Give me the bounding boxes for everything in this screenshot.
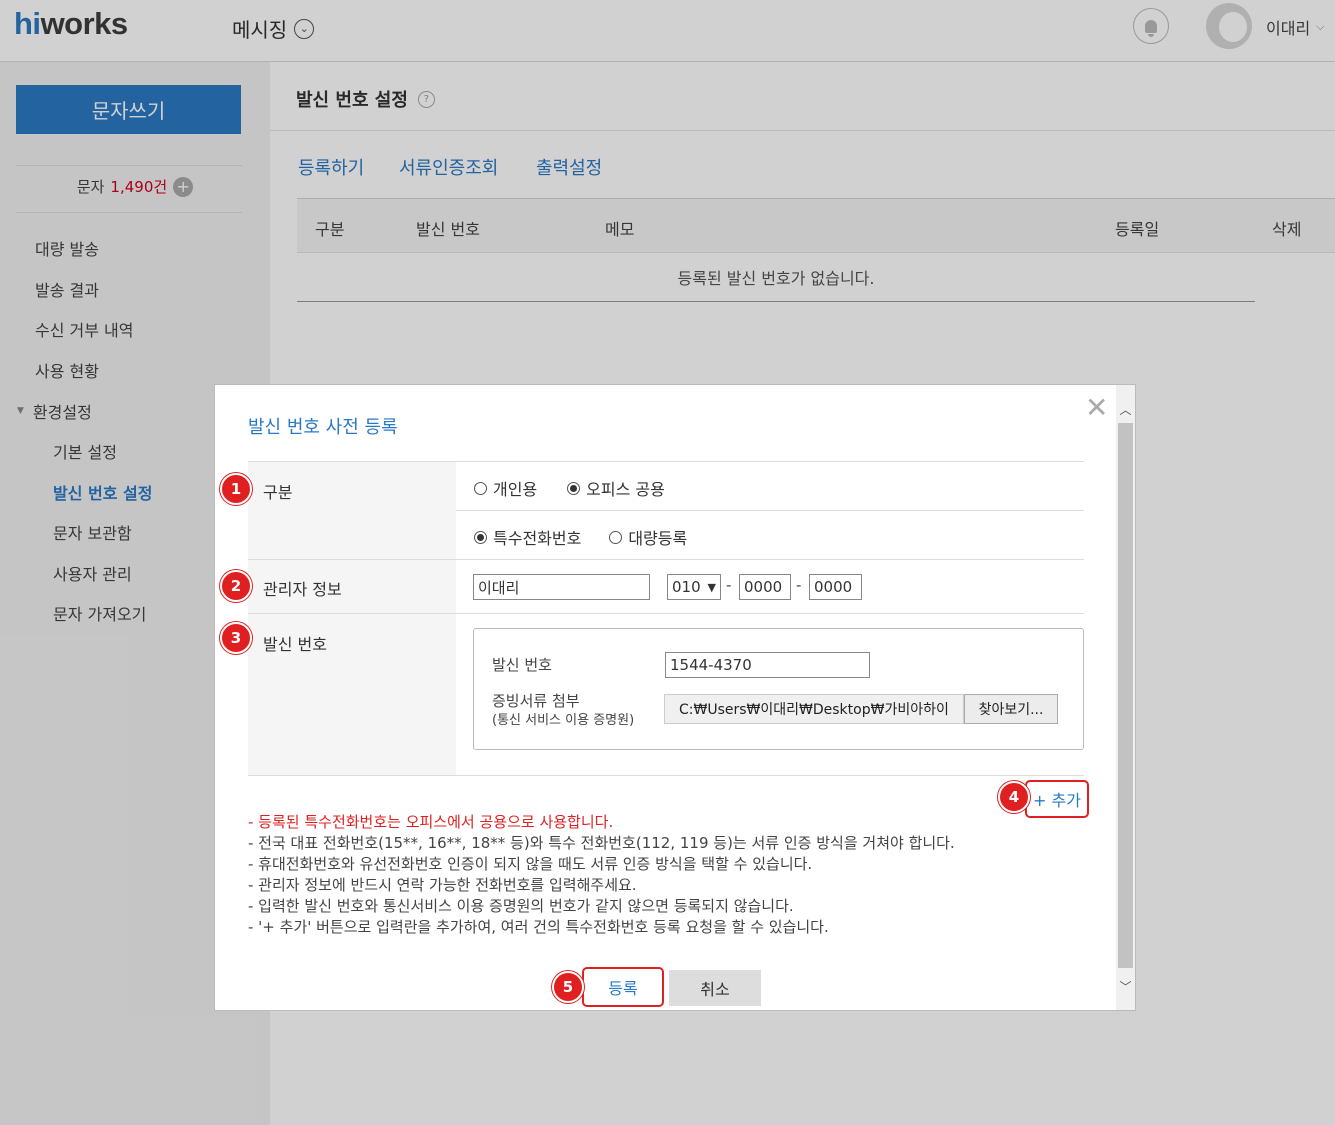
notice-item: - 휴대전화번호와 유선전화번호 인증이 되지 않을 때도 서류 인증 방식을 …	[248, 855, 813, 873]
step-badge-5: 5	[552, 971, 584, 1003]
phone-last-input[interactable]: 0000	[809, 574, 862, 600]
step-badge-3: 3	[220, 622, 252, 654]
radio-special-number-label[interactable]: 특수전화번호	[493, 525, 581, 549]
sender-detail-box: 발신 번호 1544-4370 증빙서류 첨부 (통신 서비스 이용 증명원) …	[473, 628, 1084, 750]
form-row-type: 구분 개인용 오피스 공용 특수전화번호 대량등록	[248, 461, 1084, 559]
attach-sublabel: (통신 서비스 이용 증명원)	[492, 713, 635, 728]
step-badge-2: 2	[220, 570, 252, 602]
attach-label: 증빙서류 첨부	[492, 692, 580, 710]
notice-item: - '+ 추가' 버튼으로 입력란을 추가하여, 여러 건의 특수전화번호 등록…	[248, 918, 829, 936]
attach-file-path[interactable]: C:₩Users₩이대리₩Desktop₩가비아하이	[664, 694, 964, 724]
sender-label: 발신 번호	[263, 635, 327, 654]
sender-number-label: 발신 번호	[492, 656, 552, 674]
radio-office-shared[interactable]	[567, 481, 581, 495]
sender-number-input[interactable]: 1544-4370	[665, 652, 870, 678]
divider	[456, 510, 1084, 511]
register-sender-modal: ︿ ﹀ ✕ 발신 번호 사전 등록 구분 개인용 오피스 공용 특수전화번호 대…	[214, 384, 1136, 1011]
scroll-up-icon[interactable]: ︿	[1116, 399, 1135, 419]
notice-item: - 입력한 발신 번호와 통신서비스 이용 증명원의 번호가 같지 않으면 등록…	[248, 897, 794, 915]
notice-item: - 관리자 정보에 반드시 연락 가능한 전화번호를 입력해주세요.	[248, 876, 637, 894]
form-label-bg: 구분	[248, 462, 456, 559]
scrollbar-thumb[interactable]	[1118, 423, 1133, 968]
close-icon[interactable]: ✕	[1085, 391, 1108, 424]
cancel-button[interactable]: 취소	[669, 970, 761, 1006]
number-type-radio-group: 특수전화번호 대량등록	[474, 525, 687, 549]
radio-personal[interactable]	[474, 481, 487, 495]
notice-shared-use: - 등록된 특수전화번호는 오피스에서 공용으로 사용합니다.	[248, 813, 614, 831]
form-label-bg: 관리자 정보	[248, 560, 456, 613]
manager-name-input[interactable]: 이대리	[473, 574, 650, 600]
type-label: 구분	[263, 483, 293, 502]
phone-separator: -	[796, 576, 802, 594]
phone-prefix-select[interactable]: 010 ▼	[667, 574, 721, 600]
phone-separator: -	[726, 576, 732, 594]
radio-personal-label[interactable]: 개인용	[493, 476, 537, 500]
radio-bulk-register[interactable]	[609, 530, 623, 544]
register-button[interactable]: 등록	[582, 967, 664, 1007]
chevron-down-icon: ▼	[707, 580, 716, 594]
step-badge-1: 1	[220, 473, 252, 505]
form-row-manager: 관리자 정보 이대리 010 ▼ - 0000 - 0000	[248, 559, 1084, 613]
browse-button[interactable]: 찾아보기...	[964, 694, 1058, 724]
modal-scrollbar[interactable]: ︿ ﹀	[1116, 385, 1135, 1010]
notice-list: - 등록된 특수전화번호는 오피스에서 공용으로 사용합니다. - 전국 대표 …	[248, 812, 955, 938]
phone-middle-input[interactable]: 0000	[739, 574, 791, 600]
form-label-bg: 발신 번호	[248, 614, 456, 775]
phone-prefix-value: 010	[672, 578, 701, 596]
scroll-down-icon[interactable]: ﹀	[1116, 976, 1135, 996]
radio-bulk-register-label[interactable]: 대량등록	[628, 525, 687, 549]
add-row-button[interactable]: + 추가	[1025, 780, 1089, 818]
modal-title: 발신 번호 사전 등록	[248, 417, 398, 438]
notice-item: - 전국 대표 전화번호(15**, 16**, 18** 등)와 특수 전화번…	[248, 834, 955, 852]
type-radio-group: 개인용 오피스 공용	[474, 476, 665, 500]
manager-label: 관리자 정보	[263, 580, 342, 599]
radio-special-number[interactable]	[474, 530, 487, 544]
radio-office-shared-label[interactable]: 오피스 공용	[586, 476, 665, 500]
step-badge-4: 4	[998, 781, 1030, 813]
